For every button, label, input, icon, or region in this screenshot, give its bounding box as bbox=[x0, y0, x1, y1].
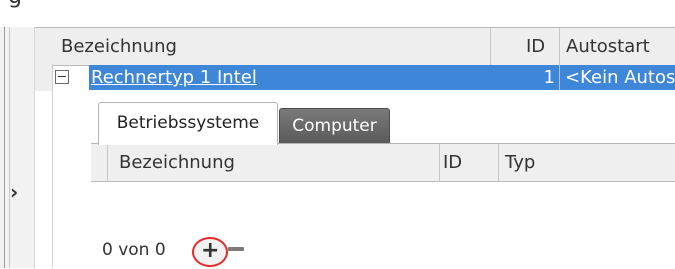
column-divider[interactable] bbox=[559, 28, 560, 65]
window-title-fragment: g bbox=[0, 0, 675, 27]
grid-header: Bezeichnung ID Autostart bbox=[35, 27, 675, 66]
column-header-autostart[interactable]: Autostart bbox=[566, 28, 650, 65]
rail-border bbox=[4, 27, 5, 268]
table-row[interactable]: Rechnertyp 1 Intel 1 <Kein Autos bbox=[35, 64, 675, 91]
rail-border-inner bbox=[9, 27, 10, 268]
column-header-id[interactable]: ID bbox=[526, 28, 545, 65]
tab-betriebssysteme[interactable]: Betriebssysteme bbox=[98, 102, 278, 145]
column-header-id[interactable]: ID bbox=[443, 144, 462, 181]
column-header-typ[interactable]: Typ bbox=[505, 144, 535, 181]
add-record-button[interactable]: + bbox=[192, 237, 228, 267]
column-divider[interactable] bbox=[498, 144, 499, 181]
detail-panel: Betriebssysteme Computer Bezeichnung ID … bbox=[52, 91, 675, 269]
record-count: 0 von 0 bbox=[102, 240, 166, 260]
main-grid: Bezeichnung ID Autostart Rechnertyp 1 In… bbox=[35, 27, 675, 269]
row-id: 1 bbox=[543, 67, 555, 88]
cell-divider bbox=[559, 65, 560, 90]
plus-icon: + bbox=[201, 238, 220, 263]
row-indicator-rail: › bbox=[0, 27, 35, 268]
row-autostart[interactable]: <Kein Autos bbox=[565, 64, 675, 91]
column-divider[interactable] bbox=[439, 144, 440, 181]
chevron-right-icon: › bbox=[10, 180, 19, 204]
minus-icon[interactable] bbox=[228, 247, 244, 251]
row-name-link[interactable]: Rechnertyp 1 Intel bbox=[91, 64, 257, 91]
column-divider bbox=[107, 144, 108, 181]
collapse-minus-icon[interactable] bbox=[55, 70, 69, 84]
row-selector[interactable] bbox=[35, 64, 53, 91]
column-header-bezeichnung[interactable]: Bezeichnung bbox=[61, 28, 177, 65]
sub-grid: Bezeichnung ID Typ 0 von 0 + bbox=[91, 143, 675, 269]
tab-computer[interactable]: Computer bbox=[279, 108, 390, 144]
column-header-bezeichnung[interactable]: Bezeichnung bbox=[119, 144, 235, 181]
column-divider[interactable] bbox=[490, 28, 491, 65]
sub-grid-header: Bezeichnung ID Typ bbox=[91, 144, 675, 182]
title-text: g bbox=[8, 0, 22, 9]
tab-bar: Betriebssysteme Computer bbox=[53, 91, 675, 145]
